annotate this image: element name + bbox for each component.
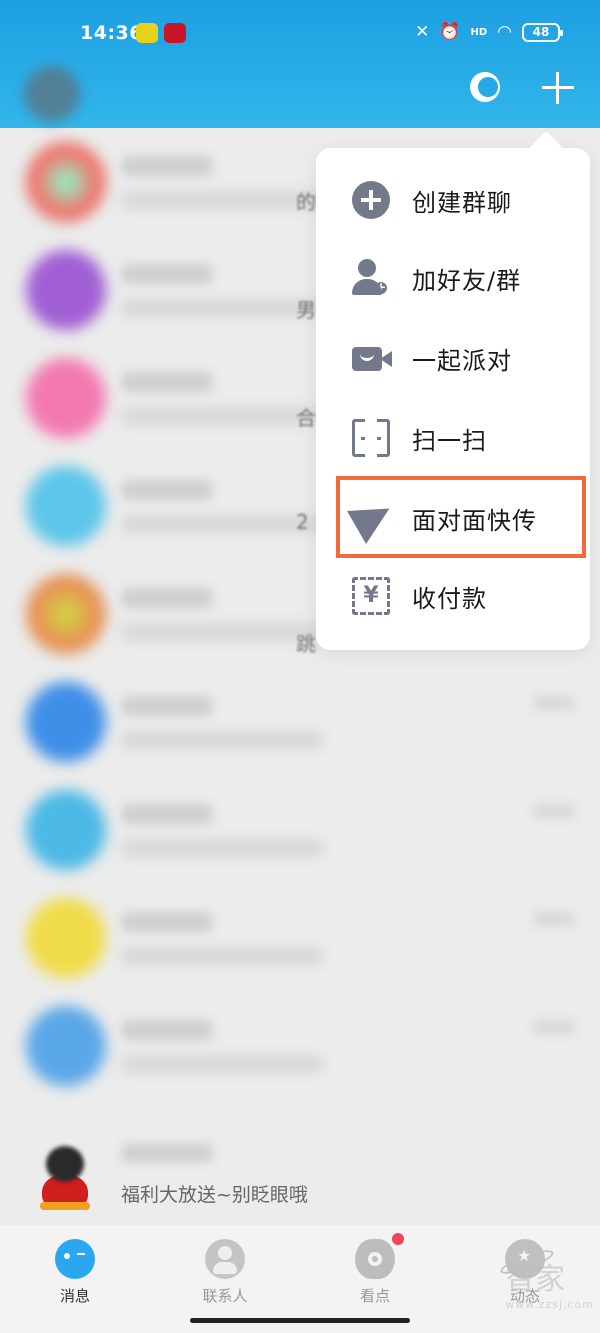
list-item[interactable] [0, 884, 600, 992]
bottom-tab-bar: 消息 联系人 看点 动态 智家 www.zzsj.com [0, 1225, 600, 1333]
message-fragment: 合 [296, 406, 316, 430]
message-preview: 福利大放送~别眨眼哦 [121, 1184, 308, 1206]
contact-name [122, 372, 212, 392]
tab-label: 消息 [59, 1287, 90, 1305]
menu-item-party[interactable]: 一起派对 [316, 318, 590, 398]
alarm-icon: ⏰ [439, 22, 461, 42]
contact-name [122, 588, 212, 608]
menu-item-label: 收付款 [412, 584, 487, 613]
contact-name [122, 1144, 212, 1162]
avatar [26, 1006, 106, 1086]
contact-name [122, 912, 212, 932]
menu-item-add-friend[interactable]: + 加好友/群 [316, 238, 590, 318]
party-camera-icon [352, 339, 392, 377]
avatar [26, 250, 106, 330]
avatar [26, 466, 106, 546]
mute-icon: ✕ [415, 22, 430, 42]
watermark-url: www.zzsj.com [505, 1298, 594, 1311]
contact-name [122, 480, 212, 500]
menu-item-payment[interactable]: ¥ 收付款 [316, 556, 590, 636]
signal-icon: HD [470, 26, 488, 38]
payment-icon: ¥ [352, 577, 390, 615]
plus-icon[interactable] [540, 70, 576, 106]
tab-messages[interactable]: 消息 [25, 1239, 125, 1306]
status-bar: 14:36 ✕ ⏰ HD ◠ 48 [0, 20, 600, 50]
list-item[interactable]: 福利大放送~别眨眼哦 [0, 1130, 600, 1220]
message-fragment: 的 [296, 190, 316, 214]
list-item[interactable] [0, 776, 600, 884]
battery-icon: 48 [522, 22, 563, 42]
menu-item-scan[interactable]: 扫一扫 [316, 398, 590, 478]
watermark: 智家 www.zzsj.com [505, 1254, 594, 1311]
eye-icon [355, 1239, 395, 1279]
menu-item-label: 加好友/群 [412, 266, 522, 295]
list-item[interactable] [0, 668, 600, 776]
menu-item-label: 创建群聊 [412, 188, 512, 217]
message-time [534, 696, 574, 710]
notification-app-icon [136, 23, 158, 43]
home-indicator[interactable] [190, 1318, 410, 1323]
message-preview [122, 840, 322, 856]
contact-name [122, 696, 212, 716]
add-menu-popup: 创建群聊 + 加好友/群 一起派对 扫一扫 面对面快传 ¥ 收付款 [316, 148, 590, 650]
highlight-box [336, 476, 586, 558]
message-preview [122, 192, 322, 208]
scan-icon [352, 419, 390, 457]
avatar [26, 898, 106, 978]
avatar [26, 142, 106, 222]
qq-penguin-icon [38, 1146, 92, 1210]
message-preview [122, 948, 322, 964]
contact-name [122, 804, 212, 824]
message-preview [122, 516, 322, 532]
add-group-icon [352, 181, 390, 219]
message-icon [55, 1239, 95, 1279]
contact-name [122, 156, 212, 176]
message-preview [122, 1056, 322, 1072]
message-fragment: 2 [296, 510, 309, 534]
message-time [534, 804, 574, 818]
status-icons: ✕ ⏰ HD ◠ 48 [415, 22, 563, 42]
menu-item-create-group[interactable]: 创建群聊 [316, 160, 590, 240]
message-time [534, 1020, 574, 1034]
add-friend-icon: + [352, 259, 390, 297]
notification-badge [392, 1233, 404, 1245]
tab-label: 联系人 [202, 1287, 248, 1305]
night-mode-icon[interactable] [468, 70, 504, 106]
notification-app-icon [164, 23, 186, 43]
menu-item-label: 一起派对 [412, 346, 512, 375]
message-preview [122, 300, 322, 316]
list-item[interactable] [0, 992, 600, 1100]
status-time: 14:36 [80, 22, 143, 44]
avatar [26, 574, 106, 654]
contact-name [122, 264, 212, 284]
message-preview [122, 732, 322, 748]
contacts-icon [205, 1239, 245, 1279]
menu-item-label: 扫一扫 [412, 426, 487, 455]
watermark-text: 智家 [505, 1262, 566, 1297]
message-preview [122, 624, 322, 640]
top-header: 14:36 ✕ ⏰ HD ◠ 48 [0, 0, 600, 128]
avatar[interactable] [24, 66, 80, 122]
tab-watch[interactable]: 看点 [325, 1239, 425, 1306]
avatar [26, 790, 106, 870]
wifi-icon: ◠ [497, 22, 512, 42]
message-fragment: 跳 [296, 632, 316, 656]
message-time [534, 912, 574, 926]
message-preview [122, 408, 322, 424]
avatar [26, 682, 106, 762]
tab-contacts[interactable]: 联系人 [175, 1239, 275, 1306]
tab-label: 看点 [359, 1287, 390, 1305]
contact-name [122, 1020, 212, 1040]
avatar [26, 358, 106, 438]
